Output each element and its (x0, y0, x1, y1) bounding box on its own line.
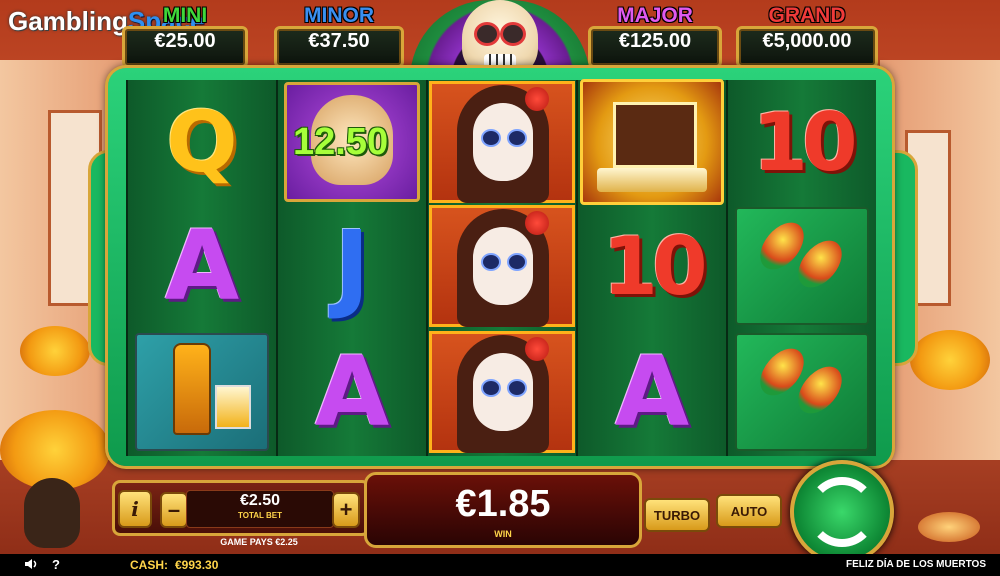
reel-grid: Q A 12.50 J A 10 A 10 (126, 79, 876, 456)
increase-bet-button[interactable]: + (332, 492, 360, 528)
reel-5: 10 (726, 80, 876, 456)
jackpot-label: MINOR (304, 4, 374, 27)
jackpot-value: €125.00 (618, 30, 692, 52)
reel-cell: 12.50 (278, 80, 426, 204)
jackpot-grand: GRAND €5,000.00 (736, 4, 878, 68)
symbol-maracas-icon (735, 207, 869, 325)
marigold-decoration (20, 326, 90, 376)
catrina-face (473, 353, 533, 431)
catrina-eye (507, 253, 527, 271)
turbo-label: TURBO (653, 507, 701, 523)
reel-4: 10 A (576, 79, 726, 456)
jackpot-major: MAJOR €125.00 (588, 4, 722, 68)
candle-decoration (918, 512, 980, 542)
reel-cell (428, 330, 576, 454)
catrina-eye (481, 253, 501, 271)
reel-cell (578, 79, 726, 205)
rose-icon (525, 87, 549, 111)
info-button[interactable]: i (118, 490, 152, 528)
symbol-tequila-icon (135, 333, 269, 451)
win-value: €1.85 (455, 483, 551, 525)
skull-candle-decoration (24, 478, 80, 548)
jackpot-label: MAJOR (617, 4, 693, 27)
reel-1: Q A (126, 80, 276, 456)
reel-cell (428, 204, 576, 328)
reel-cell: A (128, 204, 276, 328)
minus-icon: – (167, 497, 181, 522)
jackpot-value: €5,000.00 (762, 30, 852, 52)
reel-cell: A (578, 330, 726, 454)
spin-icon (807, 477, 877, 547)
symbol-catrina-icon (429, 81, 575, 203)
turbo-button[interactable]: TURBO (644, 498, 710, 532)
decrease-bet-button[interactable]: – (160, 492, 188, 528)
catrina-face (473, 227, 533, 305)
jackpot-label: GRAND (768, 4, 846, 27)
jackpot-value: €37.50 (308, 30, 370, 52)
reel-2: 12.50 J A (276, 80, 426, 456)
reel-cell: 10 (728, 80, 876, 204)
help-icon[interactable]: ? (52, 557, 60, 572)
skull-teeth (484, 54, 516, 68)
skull-eye (500, 22, 526, 46)
game-title: FELIZ DÍA DE LOS MUERTOS (845, 559, 986, 570)
symbol-10: 10 (752, 95, 857, 189)
altar-shrine-icon (613, 102, 697, 168)
tequila-bottle-icon (173, 343, 211, 435)
speaker-icon[interactable] (24, 557, 38, 571)
shot-glass-icon (215, 385, 251, 429)
auto-label: AUTO (730, 503, 768, 519)
win-display: €1.85 WIN (364, 472, 642, 548)
reel-cell: Q (128, 80, 276, 204)
spin-button[interactable] (790, 460, 894, 564)
symbol-a: A (164, 210, 240, 322)
cash-value: €993.30 (175, 558, 219, 572)
info-icon: i (131, 497, 139, 521)
reel-cell (728, 330, 876, 454)
bonus-value: 12.50 (293, 121, 389, 163)
jackpot-mini: MINI €25.00 (122, 4, 248, 68)
reel-cell: A (278, 330, 426, 454)
catrina-eye (507, 129, 527, 147)
catrina-eye (507, 379, 527, 397)
symbol-j: J (334, 210, 370, 322)
symbol-catrina-icon (429, 331, 575, 453)
jackpot-minor: MINOR €37.50 (274, 4, 404, 68)
rose-icon (525, 337, 549, 361)
symbol-maracas-icon (735, 333, 869, 451)
sugar-skull-icon (462, 0, 538, 78)
status-bar: ? CASH: €993.30 FELIZ DÍA DE LOS MUERTOS (0, 554, 1000, 576)
symbol-q: Q (166, 93, 238, 191)
reel-cell (428, 80, 576, 204)
jackpot-label: MINI (162, 4, 208, 27)
marigold-decoration (910, 330, 990, 390)
reel-cell (128, 330, 276, 454)
win-label: WIN (494, 529, 512, 539)
reel-3 (426, 80, 576, 456)
rose-icon (525, 211, 549, 235)
altar-candles-icon (597, 168, 707, 192)
symbol-a: A (314, 336, 390, 448)
reel-cell (728, 204, 876, 328)
symbol-catrina-icon (429, 205, 575, 327)
catrina-eye (481, 129, 501, 147)
skull-eye (474, 22, 500, 46)
reel-cell: J (278, 204, 426, 328)
symbol-10: 10 (602, 219, 707, 313)
symbol-altar-icon (580, 79, 724, 205)
reel-cell: 10 (578, 204, 726, 328)
total-bet-display: €2.50 TOTAL BET (186, 490, 334, 528)
symbol-a: A (614, 336, 690, 448)
total-bet-value: €2.50 (239, 492, 281, 509)
jackpot-value: €25.00 (154, 30, 216, 52)
brand-logo-part1: Gambling (8, 6, 128, 36)
catrina-face (473, 103, 533, 181)
plus-icon: + (339, 497, 353, 522)
game-pays-text: GAME PAYS €2.25 (220, 537, 298, 547)
catrina-eye (481, 379, 501, 397)
cash-label: CASH: (130, 558, 168, 572)
total-bet-label: TOTAL BET (238, 511, 282, 520)
symbol-skull-bonus-icon: 12.50 (284, 82, 420, 202)
auto-button[interactable]: AUTO (716, 494, 782, 528)
